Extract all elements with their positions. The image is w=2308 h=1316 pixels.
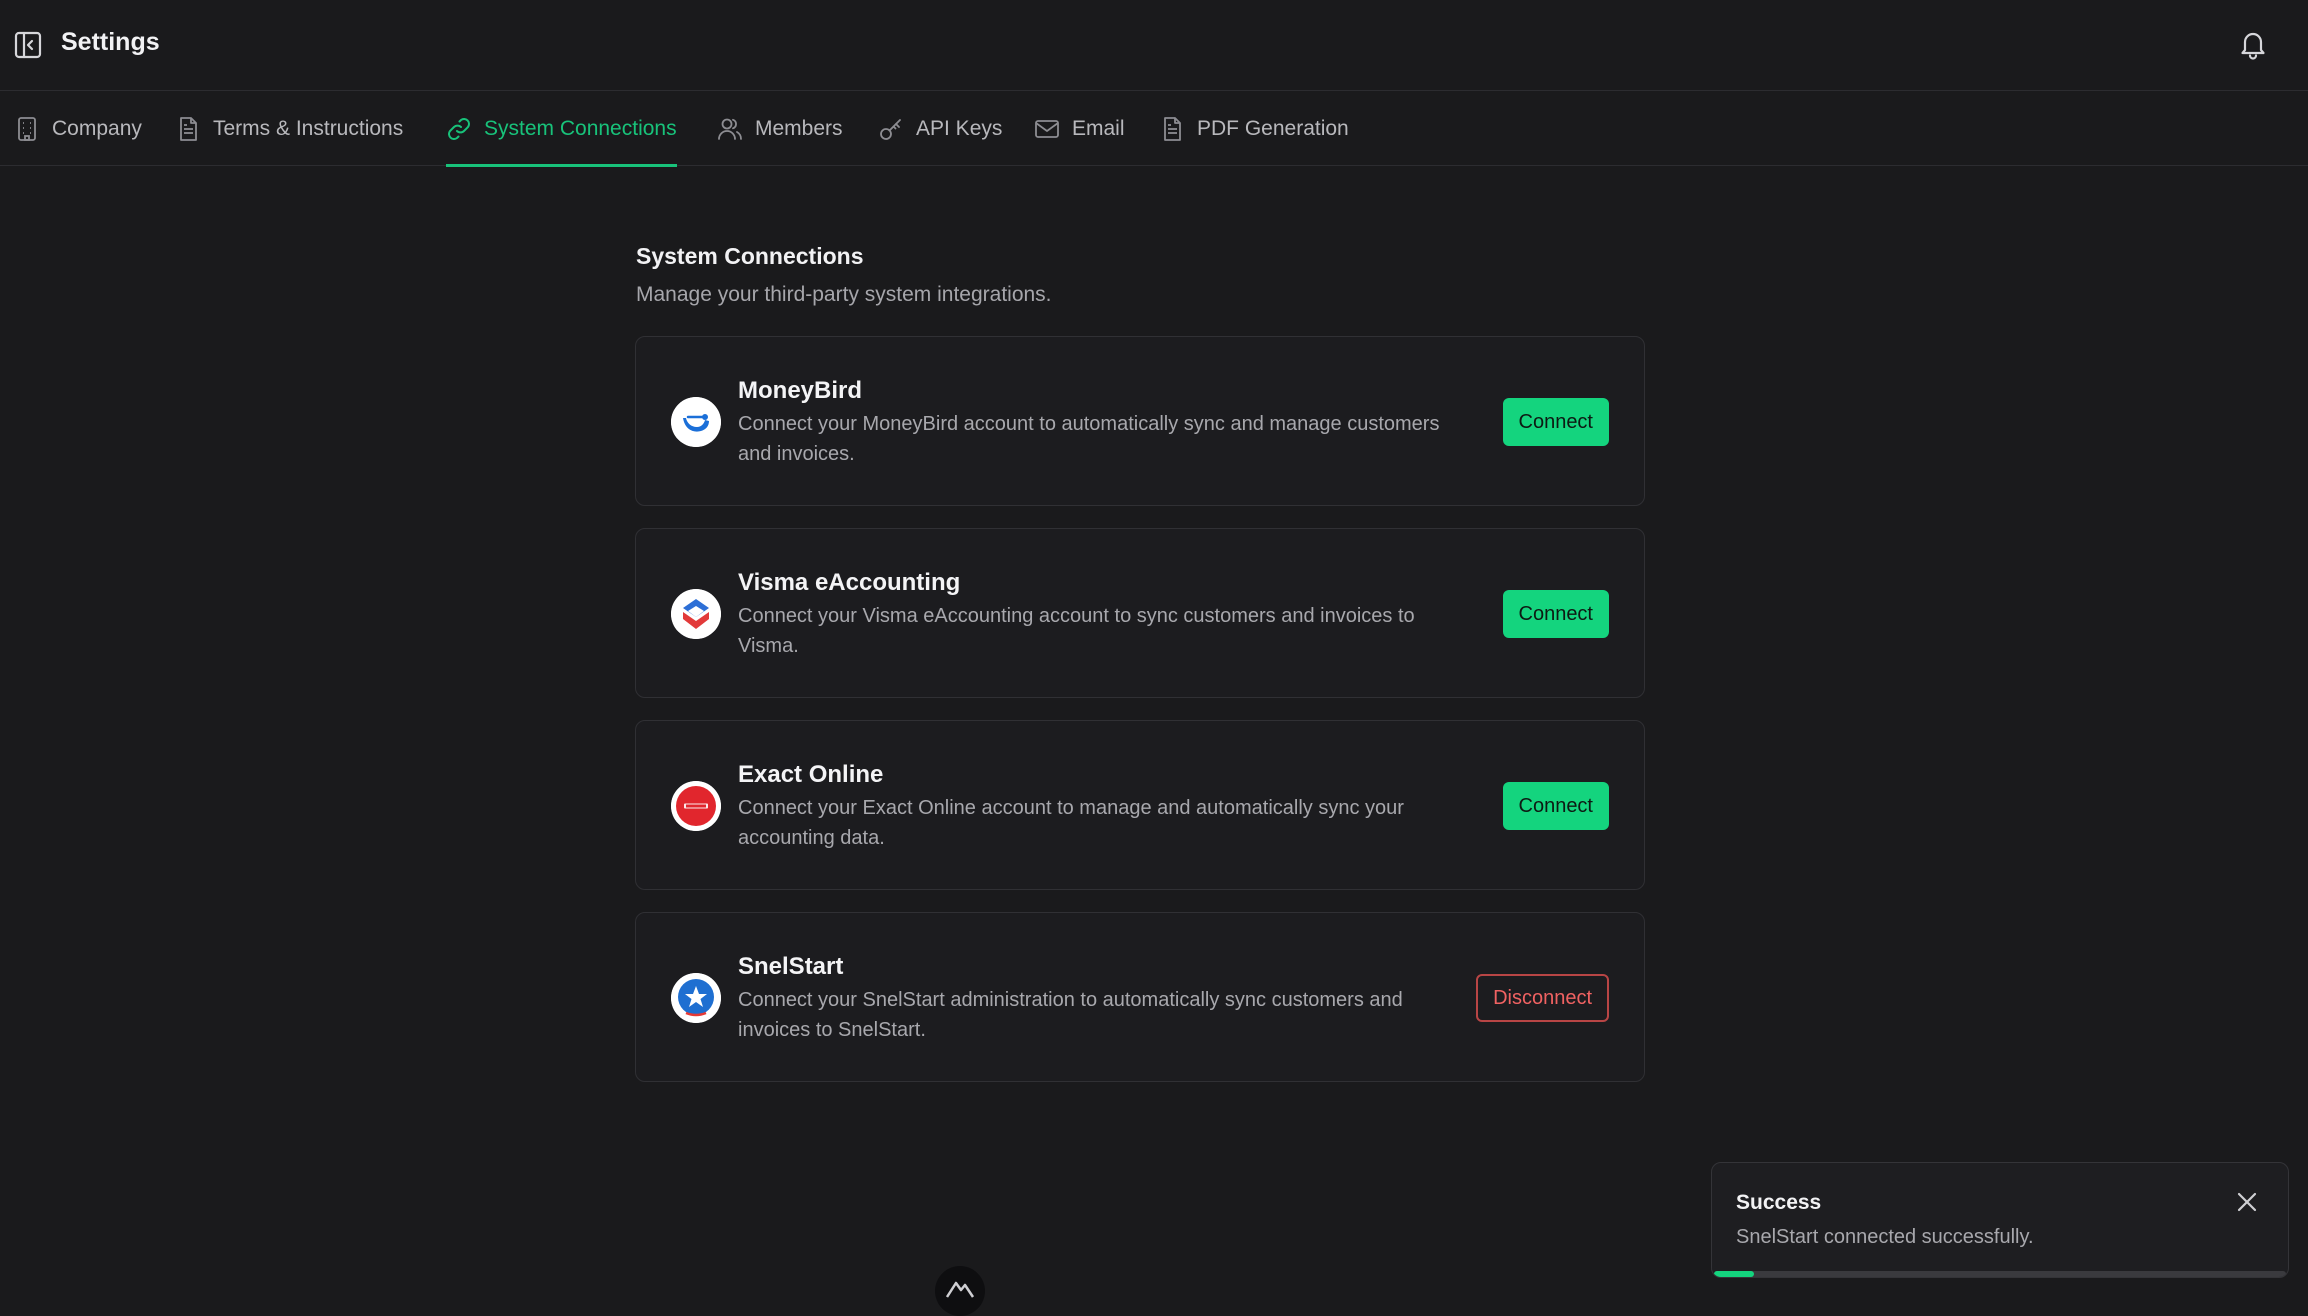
snelstart-logo [671, 973, 721, 1023]
success-toast: Success SnelStart connected successfully… [1711, 1162, 2289, 1278]
tab-email[interactable]: Email [1034, 92, 1125, 166]
connect-button[interactable]: Connect [1502, 590, 1609, 638]
tab-company[interactable]: Company [14, 92, 142, 166]
mail-icon [1034, 116, 1060, 142]
bell-icon[interactable] [2238, 28, 2268, 60]
connection-card-visma: Visma eAccounting Connect your Visma eAc… [635, 528, 1645, 698]
app-logo [935, 1266, 985, 1316]
moneybird-logo [671, 397, 721, 447]
sidebar-toggle-icon[interactable] [14, 31, 42, 59]
connection-card-moneybird: MoneyBird Connect your MoneyBird account… [635, 336, 1645, 506]
visma-logo [671, 589, 721, 639]
section-subtitle: Manage your third-party system integrati… [636, 283, 1052, 306]
toast-message: SnelStart connected successfully. [1736, 1226, 2034, 1248]
page-title: Settings [61, 28, 160, 56]
tab-pdf-generation[interactable]: PDF Generation [1159, 92, 1349, 166]
tab-label: Company [52, 117, 142, 140]
link-icon [446, 116, 472, 142]
tab-terms[interactable]: Terms & Instructions [175, 92, 403, 166]
key-icon [878, 116, 904, 142]
tab-members[interactable]: Members [717, 92, 843, 166]
toast-progress-track [1714, 1271, 2286, 1277]
section-title: System Connections [636, 243, 864, 269]
toast-progress-fill [1714, 1271, 1755, 1277]
connect-button[interactable]: Connect [1502, 782, 1609, 830]
tab-api-keys[interactable]: API Keys [878, 92, 1002, 166]
tab-label: Terms & Instructions [213, 117, 404, 140]
document-icon [175, 116, 201, 142]
tab-system-connections[interactable]: System Connections [446, 92, 677, 167]
connection-card-snelstart: SnelStart Connect your SnelStart adminis… [635, 912, 1645, 1082]
tab-label: PDF Generation [1197, 117, 1349, 140]
connection-name: MoneyBird [738, 377, 863, 404]
connection-name: SnelStart [738, 953, 844, 980]
connection-description: Connect your Exact Online account to man… [738, 797, 1404, 849]
connection-card-exact-online: Exact Online Connect your Exact Online a… [635, 720, 1645, 890]
tab-label: Members [755, 117, 843, 140]
disconnect-button[interactable]: Disconnect [1476, 974, 1609, 1022]
connection-name: Visma eAccounting [738, 569, 961, 596]
connection-name: Exact Online [738, 761, 884, 788]
users-icon [717, 116, 743, 142]
settings-tabs: Company Terms & Instructions System Conn… [0, 92, 2308, 167]
connection-description: Connect your SnelStart administration to… [738, 989, 1403, 1041]
exact-logo [671, 781, 721, 831]
top-bar: Settings [0, 0, 2308, 91]
connect-button[interactable]: Connect [1502, 398, 1609, 446]
connection-description: Connect your Visma eAccounting account t… [738, 605, 1415, 657]
file-text-icon [1159, 116, 1185, 142]
tab-label: Email [1072, 117, 1125, 140]
tab-label: System Connections [484, 117, 677, 140]
tab-label: API Keys [916, 117, 1003, 140]
building-icon [14, 116, 40, 142]
toast-title: Success [1736, 1191, 1822, 1214]
close-icon[interactable] [2235, 1190, 2259, 1214]
connection-description: Connect your MoneyBird account to automa… [738, 413, 1440, 465]
